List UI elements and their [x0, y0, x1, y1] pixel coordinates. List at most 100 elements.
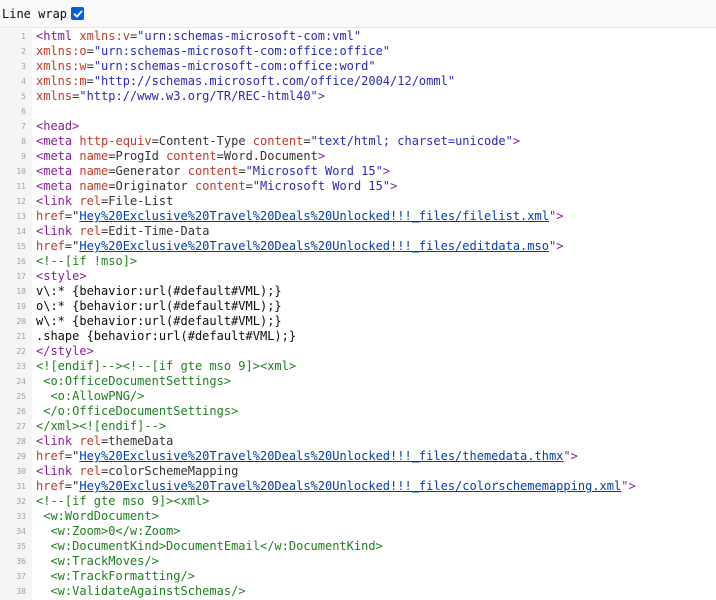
line-number: 23	[16, 362, 26, 371]
source-line: 31 href="Hey%20Exclusive%20Travel%20Deal…	[0, 479, 716, 494]
line-number: 16	[16, 257, 26, 266]
line-wrap-checkbox[interactable]	[71, 7, 85, 20]
line-content: xmlns:m="http://schemas.microsoft.com/of…	[36, 74, 456, 88]
line-number: 21	[16, 332, 26, 341]
line-content: <w:ValidateAgainstSchemas/>	[36, 584, 246, 598]
source-line: 29 href="Hey%20Exclusive%20Travel%20Deal…	[0, 449, 716, 464]
line-number: 10	[16, 167, 26, 176]
line-content: href="Hey%20Exclusive%20Travel%20Deals%2…	[36, 239, 564, 253]
line-number: 38	[16, 587, 26, 596]
colorschememapping-link[interactable]: Hey%20Exclusive%20Travel%20Deals%20Unloc…	[79, 479, 621, 493]
line-number: 13	[16, 212, 26, 221]
line-number: 24	[16, 377, 26, 386]
line-content: <o:AllowPNG/>	[36, 389, 145, 403]
line-number: 12	[16, 197, 26, 206]
line-number: 32	[16, 497, 26, 506]
line-number: 35	[16, 542, 26, 551]
source-line: 12 <link rel=File-List	[0, 194, 716, 209]
source-line: 14 <link rel=Edit-Time-Data	[0, 224, 716, 239]
line-content: <w:Zoom>0</w:Zoom>	[36, 524, 181, 538]
line-number: 6	[21, 107, 26, 116]
source-line: 36 <w:TrackMoves/>	[0, 554, 716, 569]
line-number: 5	[21, 92, 26, 101]
source-line: 8 <meta http-equiv=Content-Type content=…	[0, 134, 716, 149]
line-number: 18	[16, 287, 26, 296]
source-line: 34 <w:Zoom>0</w:Zoom>	[0, 524, 716, 539]
source-line: 11 <meta name=Originator content="Micros…	[0, 179, 716, 194]
source-line: 27 </xml><![endif]-->	[0, 419, 716, 434]
line-wrap-label: Line wrap	[2, 6, 68, 21]
line-content: </style>	[36, 344, 94, 358]
source-line: 4 xmlns:m="http://schemas.microsoft.com/…	[0, 74, 716, 89]
source-line: 18 v\:* {behavior:url(#default#VML);}	[0, 284, 716, 299]
line-content: <style>	[36, 269, 87, 283]
line-content: <w:WordDocument>	[36, 509, 159, 523]
line-content: xmlns:w="urn:schemas-microsoft-com:offic…	[36, 59, 376, 73]
view-source-toolbar: Line wrap	[0, 0, 716, 28]
source-line: 17 <style>	[0, 269, 716, 284]
line-number: 3	[21, 62, 26, 71]
line-number: 28	[16, 437, 26, 446]
source-line: 21 .shape {behavior:url(#default#VML);}	[0, 329, 716, 344]
editdata-link[interactable]: Hey%20Exclusive%20Travel%20Deals%20Unloc…	[79, 239, 549, 253]
line-number: 30	[16, 467, 26, 476]
source-line: 33 <w:WordDocument>	[0, 509, 716, 524]
line-content: <!--[if gte mso 9]><xml>	[36, 494, 210, 508]
line-number: 31	[16, 482, 26, 491]
line-number: 14	[16, 227, 26, 236]
line-number: 26	[16, 407, 26, 416]
line-content: w\:* {behavior:url(#default#VML);}	[36, 314, 282, 328]
line-content: v\:* {behavior:url(#default#VML);}	[36, 284, 282, 298]
line-content: <link rel=Edit-Time-Data	[36, 224, 210, 238]
line-number: 7	[21, 122, 26, 131]
line-content: <w:TrackFormatting/>	[36, 569, 195, 583]
line-content: </o:OfficeDocumentSettings>	[36, 404, 239, 418]
line-content: xmlns="http://www.w3.org/TR/REC-html40">	[36, 89, 326, 103]
line-content: <![endif]--><!--[if gte mso 9]><xml>	[36, 359, 297, 373]
source-line: 13 href="Hey%20Exclusive%20Travel%20Deal…	[0, 209, 716, 224]
source-line: 35 <w:DocumentKind>DocumentEmail</w:Docu…	[0, 539, 716, 554]
line-content: <link rel=File-List	[36, 194, 174, 208]
source-line: 37 <w:TrackFormatting/>	[0, 569, 716, 584]
line-content: <link rel=themeData	[36, 434, 174, 448]
line-number: 17	[16, 272, 26, 281]
line-content: <meta name=Generator content="Microsoft …	[36, 164, 391, 178]
line-number: 11	[16, 182, 26, 191]
line-content: <link rel=colorSchemeMapping	[36, 464, 239, 478]
source-line: 19 o\:* {behavior:url(#default#VML);}	[0, 299, 716, 314]
line-number: 36	[16, 557, 26, 566]
line-content: <html xmlns:v="urn:schemas-microsoft-com…	[36, 29, 362, 43]
line-number: 20	[16, 317, 26, 326]
source-line: 25 <o:AllowPNG/>	[0, 389, 716, 404]
source-line: 38 <w:ValidateAgainstSchemas/>	[0, 584, 716, 599]
line-content: href="Hey%20Exclusive%20Travel%20Deals%2…	[36, 479, 636, 493]
line-content: <w:TrackMoves/>	[36, 554, 159, 568]
line-number: 15	[16, 242, 26, 251]
source-line: 26 </o:OfficeDocumentSettings>	[0, 404, 716, 419]
line-number: 25	[16, 392, 26, 401]
line-number: 8	[21, 137, 26, 146]
checkmark-icon	[73, 10, 83, 17]
source-line: 22 </style>	[0, 344, 716, 359]
source-line: 24 <o:OfficeDocumentSettings>	[0, 374, 716, 389]
source-line: 30 <link rel=colorSchemeMapping	[0, 464, 716, 479]
line-content: <meta name=ProgId content=Word.Document>	[36, 149, 326, 163]
filelist-link[interactable]: Hey%20Exclusive%20Travel%20Deals%20Unloc…	[79, 209, 549, 223]
line-number: 29	[16, 452, 26, 461]
source-line: 6	[0, 104, 716, 119]
line-content: .shape {behavior:url(#default#VML);}	[36, 329, 297, 343]
line-number: 22	[16, 347, 26, 356]
themedata-link[interactable]: Hey%20Exclusive%20Travel%20Deals%20Unloc…	[79, 449, 563, 463]
source-line: 23 <![endif]--><!--[if gte mso 9]><xml>	[0, 359, 716, 374]
line-number: 4	[21, 77, 26, 86]
line-content: <w:DocumentKind>DocumentEmail</w:Documen…	[36, 539, 383, 553]
line-content: <meta http-equiv=Content-Type content="t…	[36, 134, 521, 148]
source-code-view: 1 <html xmlns:v="urn:schemas-microsoft-c…	[0, 29, 716, 599]
line-content: <head>	[36, 119, 80, 133]
source-line: 2 xmlns:o="urn:schemas-microsoft-com:off…	[0, 44, 716, 59]
source-line: 32 <!--[if gte mso 9]><xml>	[0, 494, 716, 509]
line-content: <meta name=Originator content="Microsoft…	[36, 179, 398, 193]
line-number: 9	[21, 152, 26, 161]
line-number: 34	[16, 527, 26, 536]
line-content: href="Hey%20Exclusive%20Travel%20Deals%2…	[36, 209, 564, 223]
